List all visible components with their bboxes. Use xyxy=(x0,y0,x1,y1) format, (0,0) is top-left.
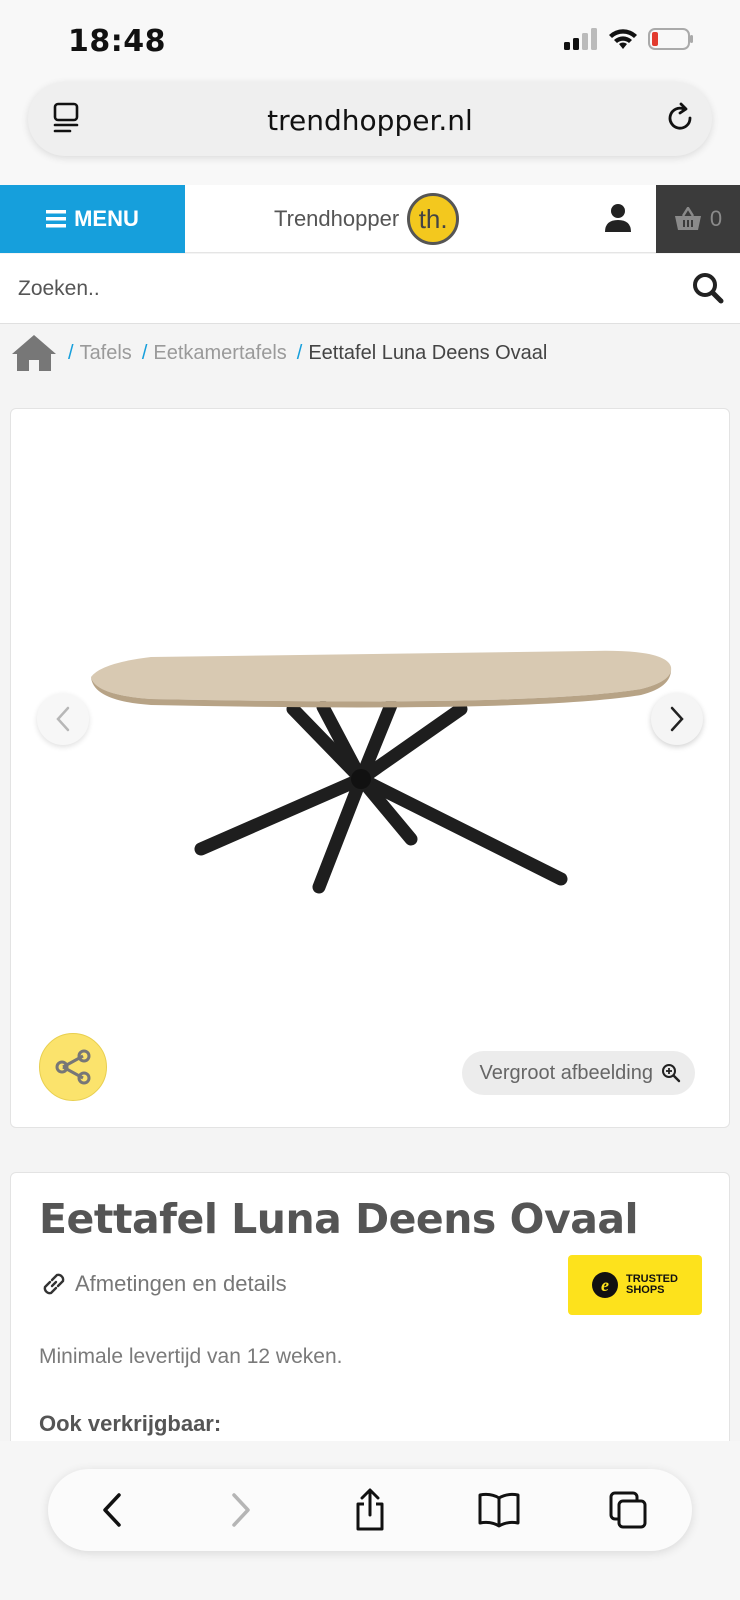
delivery-time: Minimale levertijd van 12 weken. xyxy=(39,1345,343,1368)
cart-count: 0 xyxy=(709,206,723,231)
tabs-button[interactable] xyxy=(598,1480,658,1540)
breadcrumb-separator: / xyxy=(141,341,148,364)
menu-button[interactable]: MENU xyxy=(0,185,185,253)
back-button[interactable] xyxy=(82,1480,142,1540)
product-gallery: Vergroot afbeelding xyxy=(10,408,730,1128)
book-icon xyxy=(478,1492,520,1528)
site-logo[interactable]: Trendhopper th. xyxy=(274,193,460,245)
search-input[interactable] xyxy=(0,254,680,324)
logo-badge: th. xyxy=(407,193,460,245)
breadcrumb-current: Eettafel Luna Deens Ovaal xyxy=(308,341,548,364)
chevron-right-icon xyxy=(232,1493,250,1527)
share-button[interactable] xyxy=(39,1033,107,1101)
menu-label: MENU xyxy=(74,206,139,231)
signal-icon xyxy=(564,28,597,50)
search-bar xyxy=(0,254,740,324)
share-icon xyxy=(55,1049,91,1085)
also-available-heading: Ook verkrijgbaar: xyxy=(39,1411,222,1436)
chevron-left-icon xyxy=(56,706,70,732)
status-icons xyxy=(564,28,694,50)
tabs-icon xyxy=(609,1491,647,1529)
details-link[interactable]: Afmetingen en details xyxy=(39,1269,287,1299)
browser-address-area: trendhopper.nl xyxy=(0,80,740,185)
site-header: MENU Trendhopper th. 0 xyxy=(0,185,740,253)
product-info-card: Eettafel Luna Deens Ovaal Afmetingen en … xyxy=(10,1172,730,1472)
browser-toolbar xyxy=(0,1441,740,1600)
battery-icon xyxy=(648,28,693,50)
home-icon[interactable] xyxy=(10,333,58,373)
forward-button[interactable] xyxy=(211,1480,271,1540)
trusted-shops-logo-icon: e xyxy=(592,1272,618,1298)
svg-text:e: e xyxy=(601,1275,609,1295)
zoom-image-button[interactable]: Vergroot afbeelding xyxy=(461,1051,695,1095)
breadcrumb-separator: / xyxy=(296,341,303,364)
breadcrumb-item-eetkamertafels[interactable]: Eetkamertafels xyxy=(153,342,286,365)
address-bar[interactable]: trendhopper.nl xyxy=(28,82,712,156)
wifi-icon xyxy=(609,29,637,49)
chevron-right-icon xyxy=(670,706,684,732)
chevron-left-icon xyxy=(103,1493,122,1527)
gallery-next-button[interactable] xyxy=(651,693,703,745)
status-time: 18:48 xyxy=(68,24,166,59)
share-page-button[interactable] xyxy=(340,1480,400,1540)
details-link-label: Afmetingen en details xyxy=(75,1271,287,1296)
bookmarks-button[interactable] xyxy=(469,1480,529,1540)
link-icon xyxy=(43,1273,65,1295)
share-upload-icon xyxy=(356,1488,384,1531)
trusted-shops-label: TRUSTED SHOPS xyxy=(626,1273,678,1296)
cart-button[interactable]: 0 xyxy=(656,185,740,253)
url-text: trendhopper.nl xyxy=(267,104,473,137)
zoom-label: Vergroot afbeelding xyxy=(479,1061,653,1084)
trusted-shops-badge[interactable]: e TRUSTED SHOPS xyxy=(568,1255,702,1315)
logo-text: Trendhopper xyxy=(274,206,400,231)
reload-icon[interactable] xyxy=(662,100,698,136)
status-bar: 18:48 xyxy=(0,0,740,80)
breadcrumb-separator: / xyxy=(68,341,74,364)
breadcrumb: / Tafels / Eetkamertafels / Eettafel Lun… xyxy=(10,328,547,378)
breadcrumb-item-tafels[interactable]: Tafels xyxy=(80,342,132,365)
account-icon[interactable] xyxy=(604,203,632,233)
toolbar-pill xyxy=(48,1469,692,1551)
product-image[interactable] xyxy=(61,629,691,899)
gallery-prev-button[interactable] xyxy=(37,693,89,745)
zoom-in-icon xyxy=(662,1064,681,1083)
search-icon[interactable] xyxy=(692,272,724,304)
basket-icon xyxy=(674,207,701,230)
product-title: Eettafel Luna Deens Ovaal xyxy=(39,1195,639,1243)
hamburger-icon xyxy=(46,210,67,228)
